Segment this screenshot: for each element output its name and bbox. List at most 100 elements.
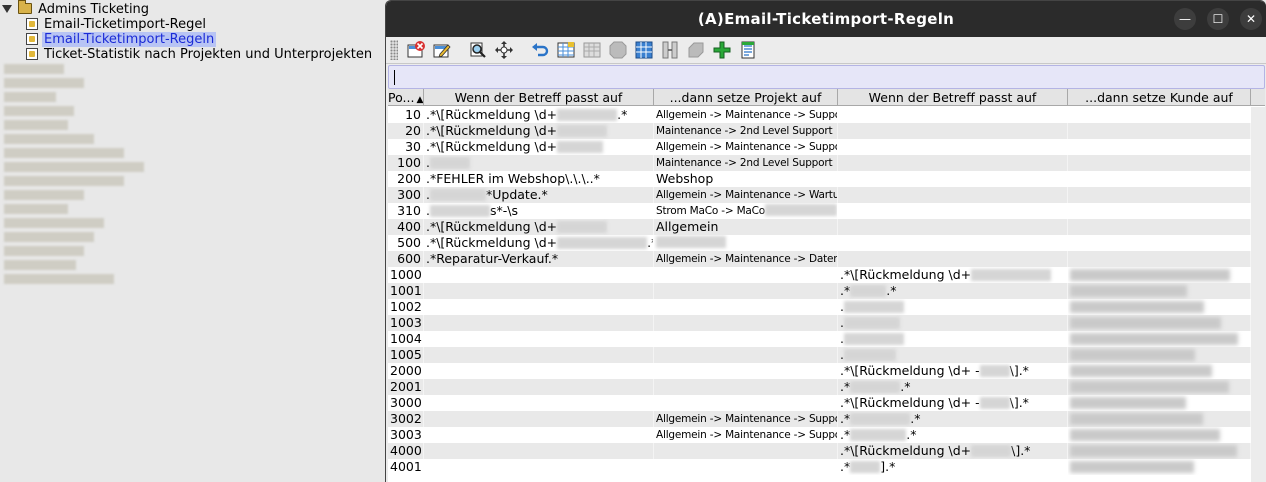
move-icon[interactable] bbox=[494, 40, 514, 60]
table-row[interactable]: 1002. bbox=[388, 299, 1265, 315]
filter-input[interactable] bbox=[392, 69, 1252, 85]
subject-pattern-cell[interactable] bbox=[424, 379, 654, 395]
project-cell[interactable]: Strom MaCo -> MaCo bbox=[654, 203, 838, 219]
project-cell[interactable]: Allgemein -> Maintenance -> Support bbox=[654, 107, 838, 123]
table-row[interactable]: 4001 .*].* bbox=[388, 459, 1265, 475]
customer-cell[interactable] bbox=[1068, 331, 1251, 347]
column-header-5[interactable]: ...dann setze Kunde auf bbox=[1068, 89, 1251, 106]
table-row[interactable]: 1004. bbox=[388, 331, 1265, 347]
project-cell[interactable]: Allgemein bbox=[654, 219, 838, 235]
subject-pattern-cell[interactable] bbox=[424, 347, 654, 363]
expand-arrow-icon[interactable] bbox=[2, 5, 12, 13]
customer-cell[interactable] bbox=[1068, 395, 1251, 411]
position-cell[interactable]: 20 bbox=[388, 123, 424, 139]
column-header-1[interactable]: Po... ▲ bbox=[388, 89, 424, 106]
delete-record-icon[interactable] bbox=[406, 40, 426, 60]
subject-pattern-cell[interactable] bbox=[424, 459, 654, 475]
position-cell[interactable]: 400 bbox=[388, 219, 424, 235]
window-titlebar[interactable]: (A)Email-Ticketimport-Regeln — ☐ ✕ bbox=[386, 1, 1266, 37]
subject-pattern-2-cell[interactable] bbox=[838, 139, 1068, 155]
table-icon[interactable] bbox=[634, 40, 654, 60]
project-cell[interactable] bbox=[654, 347, 838, 363]
project-cell[interactable] bbox=[654, 331, 838, 347]
customer-cell[interactable] bbox=[1068, 299, 1251, 315]
subject-pattern-cell[interactable] bbox=[424, 443, 654, 459]
subject-pattern-2-cell[interactable]: .*\[Rückmeldung \d+ - \].* bbox=[838, 363, 1068, 379]
add-plus-icon[interactable] bbox=[712, 40, 732, 60]
column-header-2[interactable]: Wenn der Betreff passt auf bbox=[424, 89, 654, 106]
project-cell[interactable] bbox=[654, 379, 838, 395]
subject-pattern-cell[interactable] bbox=[424, 267, 654, 283]
table-row[interactable]: 3000 .*\[Rückmeldung \d+ - \].* bbox=[388, 395, 1265, 411]
table-row[interactable]: 300. *Update.* Allgemein -> Maintenance ->… bbox=[388, 187, 1265, 203]
position-cell[interactable]: 10 bbox=[388, 107, 424, 123]
customer-cell[interactable] bbox=[1068, 459, 1251, 475]
project-cell[interactable]: Allgemein -> Maintenance -> Daten... bbox=[654, 251, 838, 267]
customer-cell[interactable] bbox=[1068, 235, 1251, 251]
position-cell[interactable]: 1003 bbox=[388, 315, 424, 331]
project-cell[interactable] bbox=[654, 267, 838, 283]
project-cell[interactable] bbox=[654, 443, 838, 459]
table-row[interactable]: 310. s*-\s Strom MaCo -> MaCo bbox=[388, 203, 1265, 219]
subject-pattern-cell[interactable] bbox=[424, 315, 654, 331]
table-row[interactable]: 3002 Allgemein -> Maintenance -> Support.… bbox=[388, 411, 1265, 427]
customer-cell[interactable] bbox=[1068, 171, 1251, 187]
subject-pattern-2-cell[interactable] bbox=[838, 187, 1068, 203]
customer-cell[interactable] bbox=[1068, 251, 1251, 267]
project-cell[interactable] bbox=[654, 363, 838, 379]
subject-pattern-cell[interactable]: .*FEHLER im Webshop\.\.\..* bbox=[424, 171, 654, 187]
table-row[interactable]: 3003 Allgemein -> Maintenance -> Support.… bbox=[388, 427, 1265, 443]
customer-cell[interactable] bbox=[1068, 123, 1251, 139]
tree-node-admins-ticketing[interactable]: Admins Ticketing bbox=[0, 0, 151, 17]
tree-node-3[interactable]: Ticket-Statistik nach Projekten und Unte… bbox=[26, 47, 374, 62]
column-header-3[interactable]: ...dann setze Projekt auf bbox=[654, 89, 838, 106]
position-cell[interactable]: 3002 bbox=[388, 411, 424, 427]
subject-pattern-2-cell[interactable]: . bbox=[838, 331, 1068, 347]
subject-pattern-cell[interactable] bbox=[424, 411, 654, 427]
document-icon[interactable] bbox=[738, 40, 758, 60]
edit-record-icon[interactable] bbox=[432, 40, 452, 60]
position-cell[interactable]: 200 bbox=[388, 171, 424, 187]
subject-pattern-cell[interactable] bbox=[424, 363, 654, 379]
table-row[interactable]: 1005. bbox=[388, 347, 1265, 363]
subject-pattern-2-cell[interactable] bbox=[838, 123, 1068, 139]
subject-pattern-2-cell[interactable]: .*\[Rückmeldung \d+ bbox=[838, 267, 1068, 283]
project-cell[interactable]: Webshop bbox=[654, 171, 838, 187]
customer-cell[interactable] bbox=[1068, 107, 1251, 123]
position-cell[interactable]: 1001 bbox=[388, 283, 424, 299]
subject-pattern-cell[interactable] bbox=[424, 395, 654, 411]
project-cell[interactable] bbox=[654, 283, 838, 299]
subject-pattern-cell[interactable]: .*Reparatur-Verkauf.* bbox=[424, 251, 654, 267]
project-cell[interactable] bbox=[654, 459, 838, 475]
subject-pattern-2-cell[interactable]: . bbox=[838, 347, 1068, 363]
toolbar-grip-icon[interactable] bbox=[390, 40, 398, 60]
table-row[interactable]: 500.*\[Rückmeldung \d+ .* bbox=[388, 235, 1265, 251]
subject-pattern-cell[interactable]: .*\[Rückmeldung \d+ bbox=[424, 219, 654, 235]
subject-pattern-cell[interactable] bbox=[424, 427, 654, 443]
subject-pattern-2-cell[interactable]: . bbox=[838, 315, 1068, 331]
project-cell[interactable] bbox=[654, 299, 838, 315]
customer-cell[interactable] bbox=[1068, 203, 1251, 219]
close-button[interactable]: ✕ bbox=[1240, 8, 1262, 30]
table-row[interactable]: 1003. bbox=[388, 315, 1265, 331]
minimize-button[interactable]: — bbox=[1174, 8, 1196, 30]
subject-pattern-2-cell[interactable]: .* .* bbox=[838, 379, 1068, 395]
project-cell[interactable]: Allgemein -> Maintenance -> Wartu... bbox=[654, 187, 838, 203]
new-record-icon[interactable] bbox=[556, 40, 576, 60]
subject-pattern-2-cell[interactable] bbox=[838, 251, 1068, 267]
customer-cell[interactable] bbox=[1068, 139, 1251, 155]
position-cell[interactable]: 2001 bbox=[388, 379, 424, 395]
subject-pattern-cell[interactable] bbox=[424, 283, 654, 299]
position-cell[interactable]: 2000 bbox=[388, 363, 424, 379]
position-cell[interactable]: 1004 bbox=[388, 331, 424, 347]
customer-cell[interactable] bbox=[1068, 411, 1251, 427]
table-row[interactable]: 2001 .* .* bbox=[388, 379, 1265, 395]
undo-icon[interactable] bbox=[530, 40, 550, 60]
tree-node-1[interactable]: Email-Ticketimport-Regel bbox=[26, 17, 208, 32]
search-icon[interactable] bbox=[468, 40, 488, 60]
subject-pattern-2-cell[interactable]: . bbox=[838, 299, 1068, 315]
maximize-button[interactable]: ☐ bbox=[1207, 8, 1229, 30]
customer-cell[interactable] bbox=[1068, 363, 1251, 379]
position-cell[interactable]: 4001 bbox=[388, 459, 424, 475]
position-cell[interactable]: 3000 bbox=[388, 395, 424, 411]
